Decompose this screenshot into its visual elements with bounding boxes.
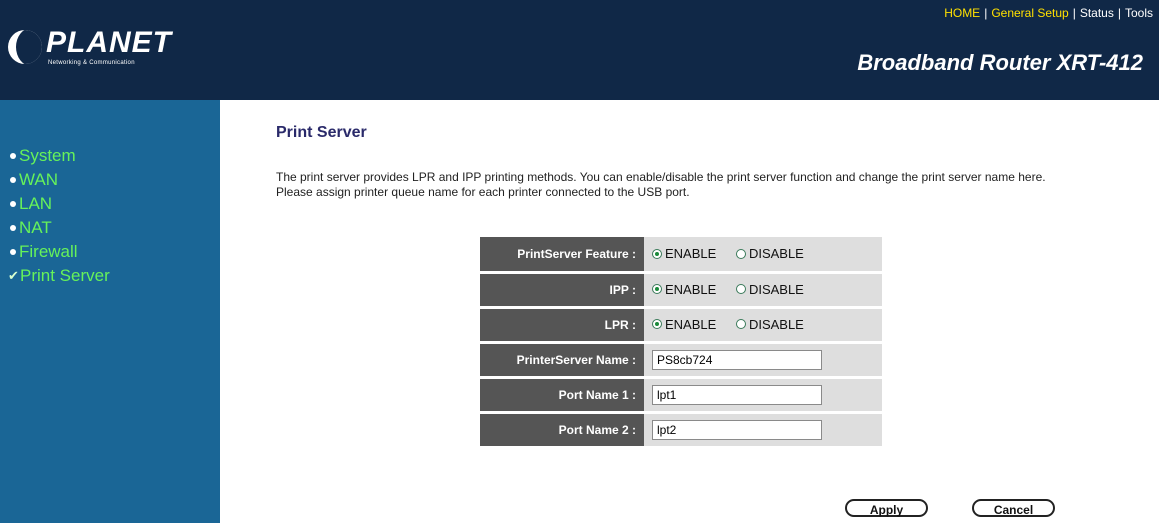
nav-status[interactable]: Status [1080, 6, 1114, 20]
form-row-feature: PrintServer Feature : ENABLE DISABLE [480, 237, 882, 274]
sidebar-item-label: Firewall [19, 242, 78, 261]
radio-label: ENABLE [665, 246, 717, 261]
bullet-icon [10, 177, 16, 183]
sidebar-item-firewall[interactable]: Firewall [8, 240, 110, 264]
port1-cell [644, 377, 882, 414]
radio-label: DISABLE [748, 281, 804, 297]
print-server-form: PrintServer Feature : ENABLE DISABLE IPP… [480, 237, 882, 449]
port1-input[interactable] [652, 384, 822, 405]
feature-label: PrintServer Feature : [480, 237, 644, 274]
port1-label: Port Name 1 : [480, 377, 644, 414]
cancel-button[interactable]: Cancel [972, 499, 1055, 517]
page-description: The print server provides LPR and IPP pr… [276, 170, 1046, 199]
server-name-cell [644, 342, 882, 379]
nav-separator: | [984, 6, 988, 20]
port2-cell [644, 412, 882, 449]
lpr-disable-radio[interactable]: DISABLE [735, 316, 804, 332]
radio-label: ENABLE [665, 316, 717, 332]
radio-label: ENABLE [665, 281, 717, 297]
ipp-options: ENABLE DISABLE [644, 272, 882, 309]
planet-logo-icon [8, 30, 42, 64]
form-row-port2: Port Name 2 : [480, 412, 882, 449]
sidebar-item-label: WAN [19, 170, 59, 189]
page-title: Print Server [276, 124, 367, 141]
sidebar-item-label: NAT [19, 218, 52, 237]
sidebar-item-wan[interactable]: WAN [8, 168, 110, 192]
nav-general-setup[interactable]: General Setup [991, 6, 1068, 20]
header: PLANET Networking & Communication HOME | G… [0, 0, 1159, 100]
form-row-port1: Port Name 1 : [480, 377, 882, 414]
radio-selected-icon [652, 319, 662, 330]
port2-input[interactable] [652, 419, 822, 440]
radio-label: DISABLE [748, 316, 804, 332]
lpr-label: LPR : [480, 307, 644, 344]
checkmark-icon: ✔ [8, 268, 19, 283]
sidebar-item-print-server[interactable]: ✔ Print Server [8, 264, 110, 288]
nav-separator: | [1117, 6, 1121, 20]
nav-home[interactable]: HOME [944, 6, 980, 20]
ipp-enable-radio[interactable]: ENABLE [652, 282, 716, 297]
sidebar-item-label: LAN [19, 194, 53, 213]
sidebar-item-nat[interactable]: NAT [8, 216, 110, 240]
main-content: Print Server The print server provides L… [220, 100, 1159, 523]
radio-selected-icon [652, 284, 662, 295]
form-row-server-name: PrinterServer Name : [480, 342, 882, 379]
server-name-label: PrinterServer Name : [480, 342, 644, 379]
bullet-icon [10, 153, 16, 159]
apply-button[interactable]: Apply [845, 499, 928, 517]
sidebar-item-label: Print Server [20, 266, 110, 285]
radio-selected-icon [652, 248, 662, 259]
radio-icon [735, 319, 746, 330]
nav-separator: | [1072, 6, 1076, 20]
planet-logo[interactable]: PLANET Networking & Communication [8, 20, 171, 70]
sidebar-item-label: System [19, 146, 76, 165]
logo-text: PLANET [46, 26, 172, 59]
sidebar-item-system[interactable]: System [8, 144, 110, 168]
product-title: Broadband Router XRT-412 [857, 50, 1143, 75]
ipp-disable-radio[interactable]: DISABLE [735, 281, 804, 297]
sidebar: System WAN LAN NAT Firewall ✔ Print Serve… [0, 100, 220, 523]
sidebar-item-lan[interactable]: LAN [8, 192, 110, 216]
nav-tools[interactable]: Tools [1125, 6, 1153, 20]
sidebar-menu: System WAN LAN NAT Firewall ✔ Print Serve… [8, 144, 110, 288]
top-nav: HOME | General Setup | Status | Tools [944, 6, 1153, 20]
server-name-input[interactable] [652, 349, 822, 370]
radio-label: DISABLE [748, 246, 804, 261]
bullet-icon [10, 201, 16, 207]
ipp-label: IPP : [480, 272, 644, 309]
feature-options: ENABLE DISABLE [644, 237, 882, 274]
bullet-icon [10, 225, 16, 231]
radio-icon [735, 248, 746, 259]
form-row-ipp: IPP : ENABLE DISABLE [480, 272, 882, 309]
radio-icon [735, 284, 746, 295]
port2-label: Port Name 2 : [480, 412, 644, 449]
logo-tagline: Networking & Communication [48, 60, 135, 66]
bullet-icon [10, 249, 16, 255]
lpr-options: ENABLE DISABLE [644, 307, 882, 344]
lpr-enable-radio[interactable]: ENABLE [652, 317, 716, 332]
feature-disable-radio[interactable]: DISABLE [735, 246, 804, 261]
feature-enable-radio[interactable]: ENABLE [652, 246, 716, 261]
form-row-lpr: LPR : ENABLE DISABLE [480, 307, 882, 344]
